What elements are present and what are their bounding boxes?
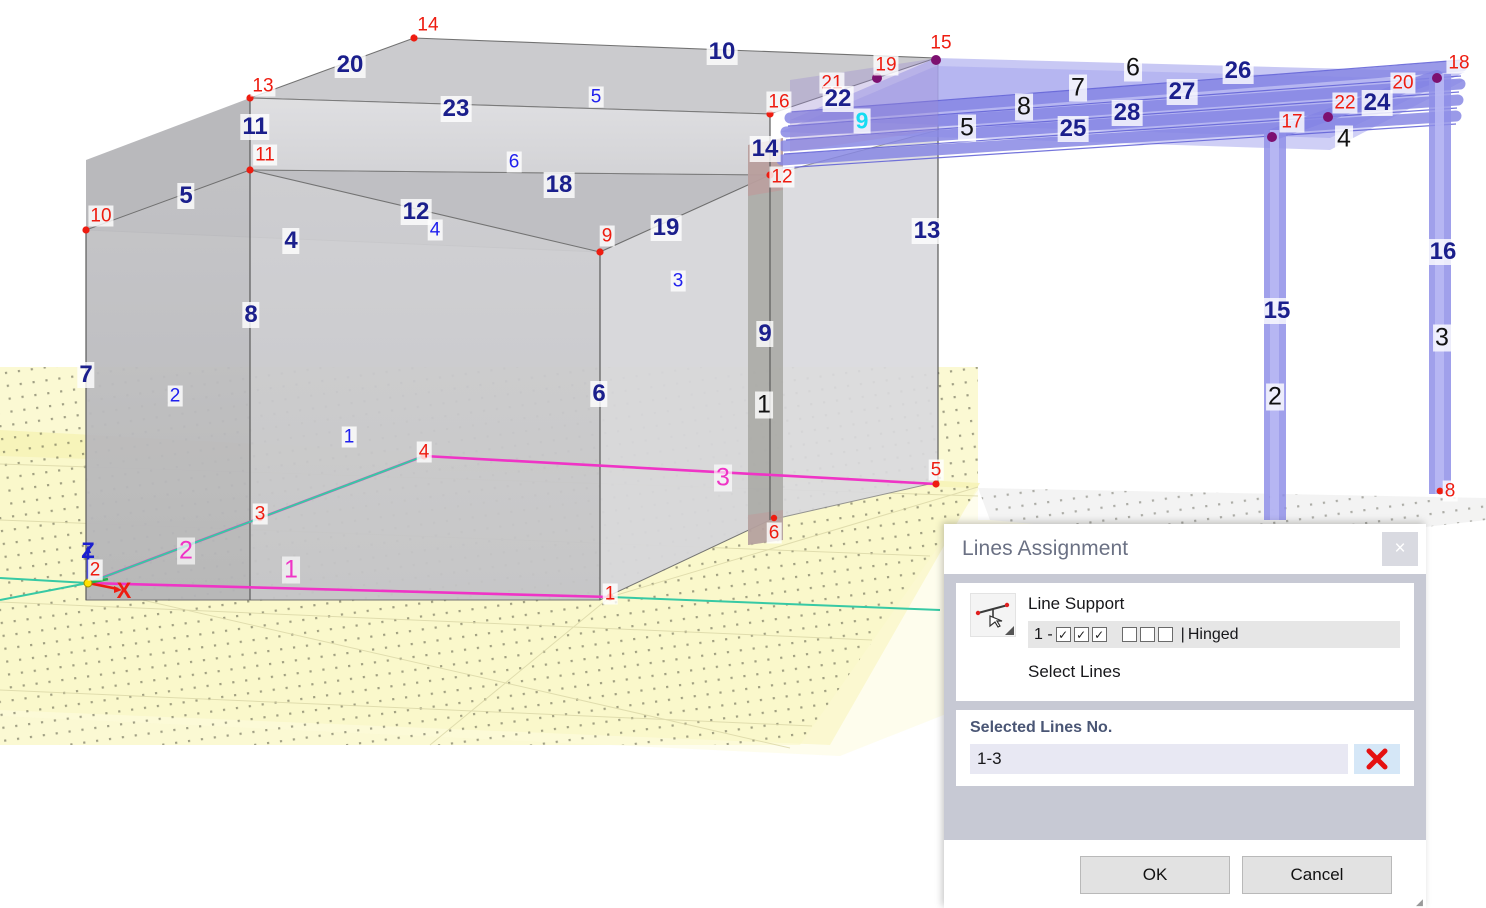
red-x-icon (1366, 748, 1388, 770)
line-support-icon[interactable] (970, 593, 1016, 637)
selected-line-label[interactable]: 3 (714, 464, 732, 492)
node-label[interactable]: 5 (928, 459, 944, 481)
node-label[interactable]: 20 (1390, 72, 1416, 94)
member-label[interactable]: 3 (1433, 324, 1451, 352)
member-label[interactable]: 4 (1335, 125, 1353, 153)
translation-x-checkbox[interactable]: ✓ (1055, 627, 1071, 642)
node-label[interactable]: 11 (253, 144, 277, 166)
node-label[interactable]: 22 (1332, 92, 1358, 114)
line-label[interactable]: 27 (1166, 79, 1198, 105)
line-label[interactable]: 20 (334, 52, 366, 78)
node-label[interactable]: 12 (769, 166, 795, 188)
node-label[interactable]: 4 (416, 441, 432, 463)
node-label[interactable]: 19 (873, 54, 899, 76)
node-label[interactable]: 15 (928, 32, 954, 54)
line-label[interactable]: 16 (1427, 239, 1459, 265)
line-support-panel: Line Support 1 - ✓ ✓ ✓ | Hinged Select L… (956, 583, 1414, 701)
node-label[interactable]: 1 (602, 583, 618, 605)
line-label[interactable]: 10 (706, 39, 738, 65)
node-label[interactable]: 8 (1442, 480, 1458, 502)
line-label[interactable]: 5 (177, 183, 195, 209)
support-separator: | (1180, 625, 1185, 643)
rotation-z-checkbox[interactable] (1157, 627, 1173, 642)
line-label[interactable]: 4 (282, 228, 300, 254)
surface-label[interactable]: 1 (341, 426, 357, 448)
surface-label[interactable]: 4 (427, 219, 443, 241)
selected-lines-panel: Selected Lines No. (956, 710, 1414, 786)
axis-label-z: Z (81, 538, 95, 563)
node-label[interactable]: 18 (1446, 52, 1472, 74)
rotation-y-checkbox[interactable] (1139, 627, 1155, 642)
surface-label[interactable]: 2 (167, 385, 183, 407)
line-support-heading: Line Support (1028, 594, 1125, 613)
member-label[interactable]: 6 (1124, 54, 1142, 82)
line-label[interactable]: 7 (77, 362, 95, 388)
line-label[interactable]: 11 (240, 114, 270, 140)
node-label[interactable]: 13 (250, 75, 276, 97)
ok-button[interactable]: OK (1080, 856, 1230, 894)
line-label[interactable]: 13 (911, 218, 943, 244)
member-label[interactable]: 8 (1015, 93, 1033, 121)
support-type-label: Hinged (1187, 625, 1239, 643)
selected-line-label[interactable]: 1 (282, 556, 300, 584)
line-label[interactable]: 25 (1057, 116, 1089, 142)
selected-lines-label: Selected Lines No. (970, 719, 1113, 736)
line-label[interactable]: 14 (749, 136, 781, 162)
node-label[interactable]: 6 (766, 522, 782, 544)
line-label[interactable]: 19 (650, 215, 682, 241)
node-label[interactable]: 17 (1279, 111, 1305, 133)
lines-assignment-dialog[interactable]: Lines Assignment × Line Support 1 - ✓ ✓ … (944, 524, 1426, 908)
selected-lines-input[interactable] (970, 744, 1348, 774)
rotation-x-checkbox[interactable] (1121, 627, 1137, 642)
close-icon[interactable]: × (1382, 532, 1418, 566)
member-label[interactable]: 1 (755, 391, 773, 419)
line-label[interactable]: 26 (1222, 58, 1254, 84)
dialog-body: Line Support 1 - ✓ ✓ ✓ | Hinged Select L… (944, 574, 1426, 786)
line-label[interactable]: 23 (440, 96, 472, 122)
node-label[interactable]: 16 (766, 91, 792, 113)
selected-line-label[interactable]: 2 (177, 537, 195, 565)
resize-grip[interactable]: ◢ (1416, 898, 1423, 907)
line-support-value[interactable]: 1 - ✓ ✓ ✓ | Hinged (1028, 621, 1400, 648)
node-label[interactable]: 3 (252, 503, 268, 525)
surface-label[interactable]: 5 (588, 86, 604, 108)
axis-label-x: X (116, 578, 132, 603)
line-label[interactable]: 6 (590, 381, 608, 407)
node-label[interactable]: 9 (599, 225, 615, 247)
node-label[interactable]: 10 (88, 205, 114, 227)
line-label[interactable]: 28 (1111, 100, 1143, 126)
translation-z-checkbox[interactable]: ✓ (1091, 627, 1107, 642)
line-label[interactable]: 8 (242, 302, 260, 328)
expand-corner-icon[interactable] (1005, 626, 1014, 635)
node-label[interactable]: 14 (415, 14, 441, 36)
line-label[interactable]: 22 (822, 86, 854, 112)
line-support-number: 1 - (1034, 625, 1053, 643)
member-label[interactable]: 7 (1069, 74, 1087, 102)
dialog-title-bar[interactable]: Lines Assignment × (944, 524, 1426, 574)
dialog-footer: OK Cancel ◢ (944, 840, 1426, 908)
line-label[interactable]: 15 (1261, 298, 1293, 324)
dialog-title: Lines Assignment (962, 537, 1129, 560)
highlight-label[interactable]: 9 (853, 108, 871, 134)
cancel-button[interactable]: Cancel (1242, 856, 1392, 894)
clear-selection-button[interactable] (1354, 744, 1400, 774)
select-lines-label[interactable]: Select Lines (1028, 662, 1400, 682)
line-label[interactable]: 9 (756, 321, 774, 347)
surface-label[interactable]: 3 (670, 270, 686, 292)
line-label[interactable]: 18 (543, 172, 575, 198)
member-label[interactable]: 2 (1266, 383, 1284, 411)
line-label[interactable]: 24 (1361, 90, 1393, 116)
translation-y-checkbox[interactable]: ✓ (1073, 627, 1089, 642)
member-label[interactable]: 5 (958, 114, 976, 142)
surface-label[interactable]: 6 (506, 151, 522, 173)
